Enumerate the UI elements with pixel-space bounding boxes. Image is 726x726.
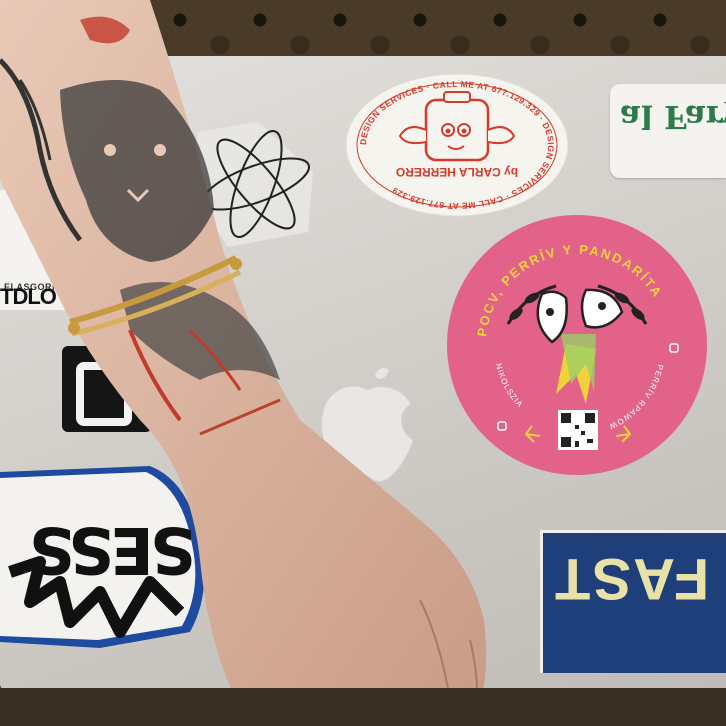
blue-sticker-text: FAST [553, 546, 710, 611]
qr-code-icon [558, 410, 598, 450]
square-outline-icon [76, 362, 132, 426]
green-text-sticker: al Fary ave [610, 84, 726, 178]
green-sticker-text: al Fary ave [620, 102, 726, 132]
black-square-sticker [62, 346, 152, 432]
pink-round-sticker: POCV, PERRÍV Y PANDARÍTA NIKOLSZIA PERRÍ… [446, 214, 708, 476]
apple-logo-icon [321, 368, 414, 482]
oval-name-text: by CARLA HERRERO [396, 165, 518, 179]
graffiti-sticker: SESS [0, 462, 212, 650]
photo-scene: ELASGORRAS TDLO DESIGN SERVICES · CALL M… [0, 0, 726, 726]
atom-icon [193, 122, 313, 247]
fabric-bottom-edge [0, 688, 726, 726]
sticker-big-label: TDLO [0, 284, 57, 309]
graffiti-text: SESS [33, 512, 196, 586]
partial-white-sticker: ELASGORRAS TDLO [0, 190, 76, 310]
blue-text-sticker: FAST [540, 530, 726, 673]
atom-sticker [188, 112, 318, 252]
design-services-sticker: DESIGN SERVICES · CALL ME AT 677.129.329… [344, 72, 570, 218]
